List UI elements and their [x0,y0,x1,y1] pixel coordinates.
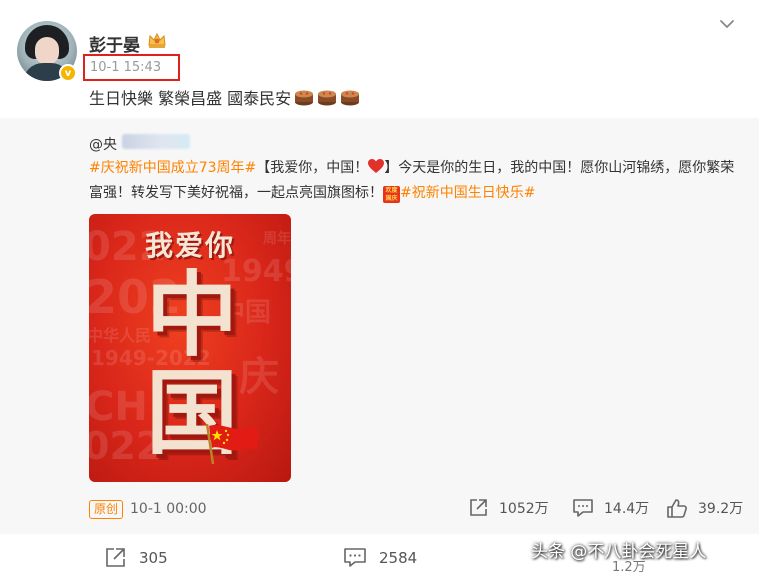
repost-share-button[interactable]: 1052万 [467,497,549,519]
poster-char-zhong: 中 [145,262,238,369]
post-text-body: 生日快樂 繁榮昌盛 國泰民安 [89,89,292,108]
original-text-a: 【我爱你，中国！ [256,160,369,176]
original-source-badge: 原创 [89,500,124,519]
share-button[interactable]: 305 [103,546,168,570]
cake-icon [341,90,360,106]
poster-image[interactable]: 022 1949 202 中国 中华人民 1949-2022 庆 CH 022 … [89,214,291,482]
comment-button[interactable]: 2584 [343,546,417,570]
verified-badge-icon: v [59,64,77,82]
national-day-flag-icon: 欢度国庆 [383,186,400,203]
author-name[interactable]: 彭于晏 [89,31,140,56]
original-author-link[interactable]: @央 [89,134,117,154]
thumbs-up-icon [667,499,687,518]
heart-icon [368,159,385,173]
repost-share-count: 1052万 [499,501,549,517]
repost-like-count: 39.2万 [698,501,744,517]
post-timestamp[interactable]: 10-1 15:43 [90,60,161,75]
share-icon [470,499,487,516]
vip-crown-icon [148,32,166,48]
avatar-face [35,37,59,65]
post-text: 生日快樂 繁榮昌盛 國泰民安 [89,85,360,109]
watermark-text: 头条 @不八卦会死星人 [531,542,707,562]
hashtag-anniversary[interactable]: #庆祝新中国成立73周年# [89,160,256,176]
cake-icon [295,90,314,106]
hashtag-birthday[interactable]: #祝新中国生日快乐# [400,185,535,201]
original-post-time[interactable]: 10-1 00:00 [130,501,207,517]
repost-like-button[interactable]: 39.2万 [666,497,743,519]
share-icon [106,548,125,567]
repost-comment-count: 14.4万 [604,501,650,517]
blurred-author-name [122,134,190,149]
poster-heading: 我爱你 [144,229,235,262]
repost-comment-button[interactable]: 14.4万 [572,497,649,519]
share-count: 305 [139,549,168,567]
chevron-down-icon[interactable] [719,16,735,32]
comment-icon [344,548,366,567]
comment-count: 2584 [379,549,418,567]
comment-icon [573,499,593,517]
original-post-text: #庆祝新中国成立73周年#【我爱你，中国！ 】今天是你的生日，我的中国！愿你山河锦… [89,156,744,206]
cake-icon [318,90,337,106]
china-flag-icon [205,423,259,465]
